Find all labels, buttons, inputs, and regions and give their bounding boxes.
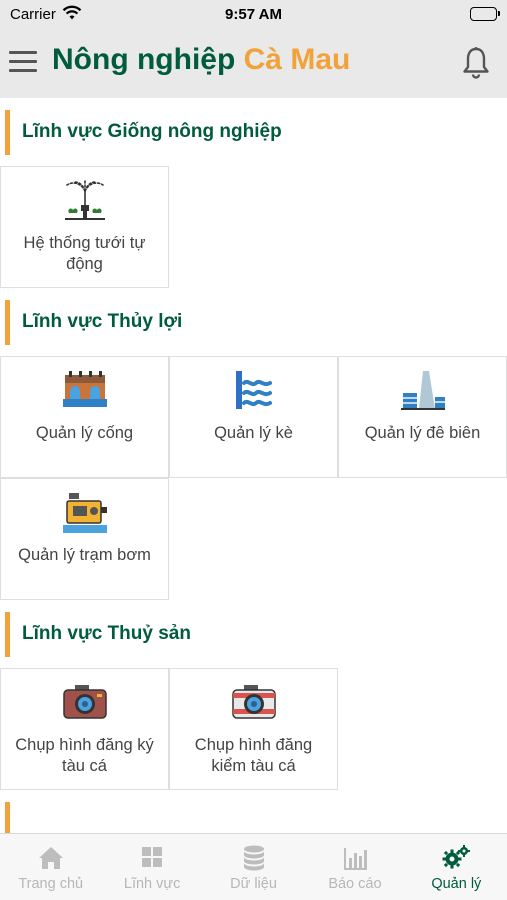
tile-embankment-management[interactable]: Quản lý kè [169, 356, 338, 478]
section-accent-bar [5, 802, 10, 833]
section-header [0, 790, 507, 833]
tab-label: Lĩnh vực [123, 876, 181, 892]
app-title-part1: Nông nghiệp [52, 43, 236, 76]
section-accent-bar [5, 300, 10, 345]
section-title: Lĩnh vực Giống nông nghiệp [22, 121, 282, 142]
section-grid: Quản lý cống Quản lý kè Quản lý đê biên … [0, 356, 507, 600]
tab-management[interactable]: Quản lý [406, 834, 507, 900]
tile-label: Quản lý cống [35, 424, 134, 442]
dike-icon [399, 367, 447, 415]
app-header: Nông nghiệp Cà Mau [0, 30, 507, 98]
tab-fields[interactable]: Lĩnh vực [101, 834, 202, 900]
tile-sluice-management[interactable]: Quản lý cống [0, 356, 169, 478]
tab-label: Báo cáo [328, 876, 382, 892]
section-title: Lĩnh vực Thủy lợi [22, 311, 183, 332]
grid-icon [137, 844, 167, 872]
tile-label: Chụp hình đăng kiểm tàu cá [194, 736, 313, 775]
sluice-gate-icon [61, 367, 109, 415]
tile-label: Quản lý đê biên [364, 424, 481, 442]
home-icon [36, 844, 66, 872]
tab-reports[interactable]: Báo cáo [304, 834, 405, 900]
section-header: Lĩnh vực Thủy lợi [0, 288, 507, 356]
tile-irrigation[interactable]: Hệ thống tưới tự động [0, 166, 169, 288]
camera-icon [61, 679, 109, 727]
tab-home[interactable]: Trang chủ [0, 834, 101, 900]
section-header: Lĩnh vực Thuỷ sản [0, 600, 507, 668]
section-accent-bar [5, 110, 10, 155]
sprinkler-icon [61, 177, 109, 225]
tab-label: Dữ liệu [230, 876, 277, 892]
app-title: Nông nghiệp Cà Mau [52, 43, 350, 77]
section-header: Lĩnh vực Giống nông nghiệp [0, 98, 507, 166]
section-grid: Hệ thống tưới tự động [0, 166, 507, 288]
tile-label: Hệ thống tưới tự động [23, 234, 146, 273]
section-grid: Chụp hình đăng ký tàu cá Chụp hình đăng … [0, 668, 507, 790]
tab-label: Trang chủ [18, 876, 84, 892]
bottom-tab-bar: Trang chủ Lĩnh vực Dữ liệu Báo cáo Quản … [0, 833, 507, 900]
main-content[interactable]: Lĩnh vực Giống nông nghiệp Hệ thống tưới… [0, 98, 507, 833]
bell-icon[interactable] [461, 46, 491, 80]
battery-icon [470, 7, 500, 21]
tile-label: Quản lý trạm bơm [18, 546, 151, 564]
status-bar: Carrier 9:57 AM [0, 0, 507, 30]
tile-label: Chụp hình đăng ký tàu cá [15, 736, 154, 775]
tile-label: Quản lý kè [214, 424, 293, 442]
tile-photo-ship-registration[interactable]: Chụp hình đăng ký tàu cá [0, 668, 169, 790]
clock: 9:57 AM [225, 6, 282, 23]
tile-pump-station-management[interactable]: Quản lý trạm bơm [0, 478, 169, 600]
database-icon [239, 844, 269, 872]
hamburger-menu-icon[interactable] [9, 51, 37, 73]
tab-data[interactable]: Dữ liệu [203, 834, 304, 900]
camera-icon [230, 679, 278, 727]
pump-station-icon [61, 489, 109, 537]
gears-icon [441, 844, 471, 872]
app-title-part2: Cà Mau [243, 43, 351, 76]
section-title: Lĩnh vực Thuỷ sản [22, 623, 191, 644]
tab-label: Quản lý [431, 876, 482, 892]
embankment-icon [230, 367, 278, 415]
chart-icon [340, 844, 370, 872]
tile-dike-management[interactable]: Quản lý đê biên [338, 356, 507, 478]
tile-photo-ship-inspection[interactable]: Chụp hình đăng kiểm tàu cá [169, 668, 338, 790]
section-accent-bar [5, 612, 10, 657]
